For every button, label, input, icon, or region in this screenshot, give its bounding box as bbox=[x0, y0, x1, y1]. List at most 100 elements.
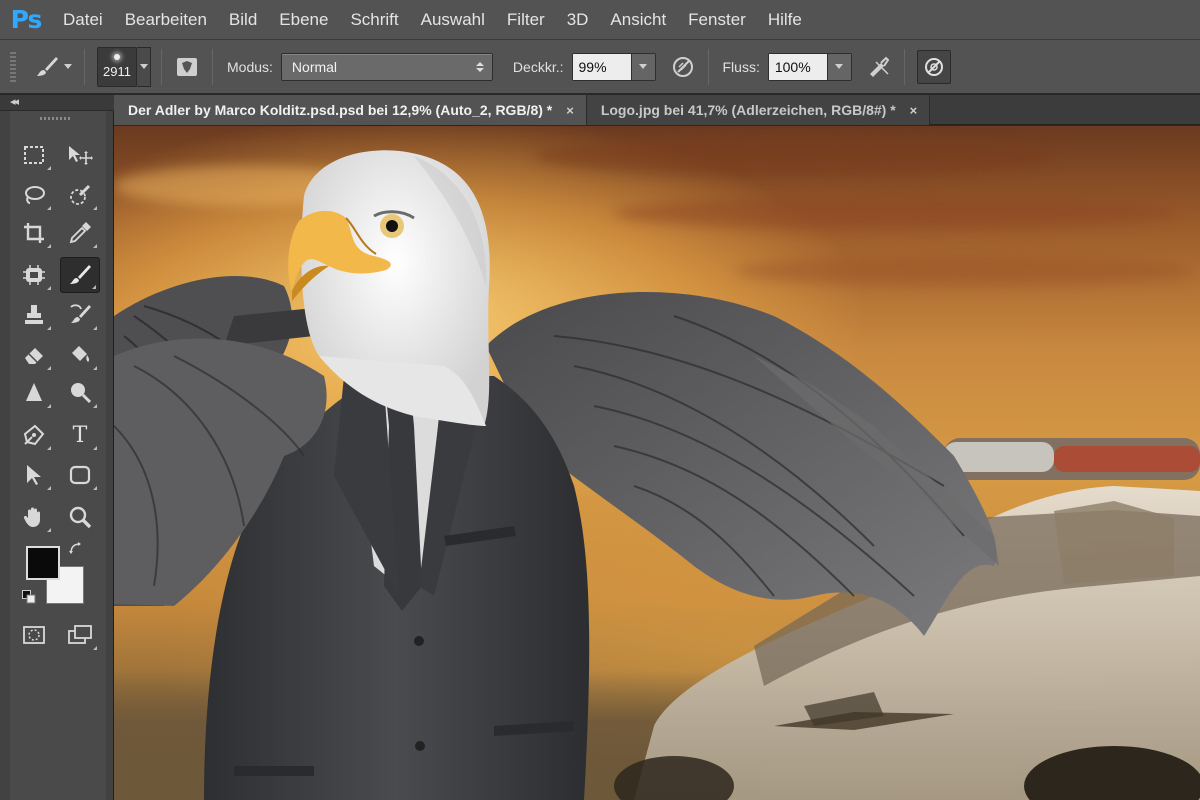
hand-icon bbox=[23, 507, 40, 527]
menu-datei[interactable]: Datei bbox=[52, 0, 114, 40]
foreground-color-swatch[interactable] bbox=[26, 546, 60, 580]
flow-label: Fluss: bbox=[722, 58, 760, 75]
close-icon[interactable]: × bbox=[566, 103, 574, 118]
collapse-toolbox-button[interactable]: ◂◂ bbox=[10, 95, 19, 108]
tool-group-indicator bbox=[93, 404, 97, 408]
tool-eraser[interactable] bbox=[14, 337, 54, 373]
tool-lasso[interactable] bbox=[14, 177, 54, 213]
menu-bild[interactable]: Bild bbox=[218, 0, 268, 40]
eraser-icon bbox=[25, 348, 43, 364]
brush-size-value: 2911 bbox=[103, 64, 131, 79]
menu-schrift[interactable]: Schrift bbox=[339, 0, 409, 40]
quick-mask-icon bbox=[23, 626, 45, 644]
menu-bearbeiten[interactable]: Bearbeiten bbox=[114, 0, 218, 40]
chevron-down-icon bbox=[639, 64, 647, 69]
airbrush-icon bbox=[869, 56, 890, 77]
menu-hilfe[interactable]: Hilfe bbox=[757, 0, 813, 40]
tool-group-indicator bbox=[93, 646, 97, 650]
blend-mode-select[interactable]: Normal bbox=[280, 52, 493, 81]
divider bbox=[707, 48, 709, 85]
move-icon bbox=[69, 146, 93, 165]
tool-quick-selection[interactable] bbox=[60, 177, 100, 213]
brush-icon bbox=[37, 56, 58, 76]
pressure-size-toggle[interactable] bbox=[916, 49, 951, 84]
tool-group-indicator bbox=[47, 244, 51, 248]
brush-preset-picker[interactable]: 2911 bbox=[97, 46, 137, 87]
tool-move[interactable] bbox=[60, 137, 100, 173]
tool-group-indicator bbox=[93, 206, 97, 210]
menu-bar: Ps Datei Bearbeiten Bild Ebene Schrift A… bbox=[0, 0, 1200, 40]
tool-group-indicator bbox=[47, 486, 51, 490]
tool-group-indicator bbox=[47, 404, 51, 408]
flow-input[interactable] bbox=[768, 53, 827, 80]
artwork bbox=[114, 150, 1200, 800]
rectangular-marquee-icon bbox=[24, 146, 44, 164]
tool-group-indicator bbox=[93, 446, 97, 450]
menu-ansicht[interactable]: Ansicht bbox=[599, 0, 677, 40]
pressure-opacity-icon bbox=[672, 56, 693, 77]
tool-group-indicator bbox=[92, 285, 96, 289]
tool-crop[interactable] bbox=[14, 215, 54, 251]
tool-group-indicator bbox=[93, 366, 97, 370]
menu-fenster[interactable]: Fenster bbox=[677, 0, 757, 40]
pen-icon bbox=[23, 424, 45, 446]
default-colors-icon[interactable] bbox=[22, 590, 36, 604]
chevron-down-icon bbox=[835, 64, 844, 69]
tool-zoom[interactable] bbox=[60, 499, 100, 535]
divider bbox=[212, 48, 213, 85]
document-tabs: Der Adler by Marco Kolditz.psd.psd bei 1… bbox=[114, 95, 1200, 125]
tool-spot-healing[interactable] bbox=[14, 257, 54, 293]
options-bar-grip[interactable] bbox=[10, 51, 16, 82]
tool-group-indicator bbox=[47, 446, 51, 450]
toolbox-header: ◂◂ bbox=[0, 95, 114, 111]
tool-dodge[interactable] bbox=[60, 375, 100, 411]
history-brush-icon bbox=[70, 304, 91, 323]
photoshop-logo: Ps bbox=[10, 5, 43, 34]
tab-der-adler[interactable]: Der Adler by Marco Kolditz.psd.psd bei 1… bbox=[114, 95, 587, 125]
toolbox-grip[interactable] bbox=[40, 117, 70, 120]
menu-auswahl[interactable]: Auswahl bbox=[410, 0, 496, 40]
close-icon[interactable]: × bbox=[910, 103, 918, 118]
tool-screen-mode[interactable] bbox=[60, 617, 100, 653]
tool-hand[interactable] bbox=[14, 499, 54, 535]
tool-quick-mask[interactable] bbox=[14, 617, 54, 653]
menu-filter[interactable]: Filter bbox=[496, 0, 556, 40]
quick-selection-icon bbox=[70, 184, 91, 205]
opacity-input[interactable] bbox=[572, 53, 631, 80]
flow-field[interactable] bbox=[767, 52, 852, 81]
tool-eyedropper[interactable] bbox=[60, 215, 100, 251]
tool-preset-picker[interactable] bbox=[30, 47, 76, 87]
zoom-icon bbox=[69, 506, 92, 529]
blur-icon bbox=[26, 383, 42, 401]
tool-path-selection[interactable] bbox=[14, 457, 54, 493]
screen-mode-icon bbox=[68, 625, 92, 644]
tool-group-indicator bbox=[47, 326, 51, 330]
tool-blur[interactable] bbox=[14, 375, 54, 411]
pressure-size-icon bbox=[924, 57, 943, 76]
opacity-pressure-toggle[interactable] bbox=[666, 50, 700, 84]
tool-history-brush[interactable] bbox=[60, 297, 100, 333]
tab-label: Logo.jpg bei 41,7% (Adlerzeichen, RGB/8#… bbox=[600, 102, 896, 118]
tool-brush[interactable] bbox=[60, 257, 100, 293]
paint-bucket-icon bbox=[72, 346, 90, 362]
airbrush-toggle[interactable] bbox=[862, 50, 896, 84]
document-canvas[interactable] bbox=[114, 126, 1200, 800]
tool-pen[interactable] bbox=[14, 417, 54, 453]
flow-dropdown[interactable] bbox=[826, 53, 851, 80]
tool-rectangular-marquee[interactable] bbox=[14, 137, 54, 173]
tool-paint-bucket[interactable] bbox=[60, 337, 100, 373]
brush-panel-toggle[interactable] bbox=[170, 50, 204, 84]
tool-type[interactable]: T bbox=[60, 417, 100, 453]
tool-group-indicator bbox=[93, 486, 97, 490]
chevron-down-icon bbox=[64, 64, 72, 69]
tool-rounded-rectangle[interactable] bbox=[60, 457, 100, 493]
menu-ebene[interactable]: Ebene bbox=[268, 0, 339, 40]
tool-clone-stamp[interactable] bbox=[14, 297, 54, 333]
swap-colors-icon[interactable] bbox=[68, 541, 84, 557]
opacity-field[interactable] bbox=[571, 52, 656, 81]
menu-3d[interactable]: 3D bbox=[556, 0, 600, 40]
opacity-dropdown[interactable] bbox=[630, 53, 655, 80]
brush-preset-dropdown[interactable] bbox=[137, 46, 151, 87]
tool-group-indicator bbox=[47, 366, 51, 370]
tab-logo[interactable]: Logo.jpg bei 41,7% (Adlerzeichen, RGB/8#… bbox=[586, 95, 931, 125]
